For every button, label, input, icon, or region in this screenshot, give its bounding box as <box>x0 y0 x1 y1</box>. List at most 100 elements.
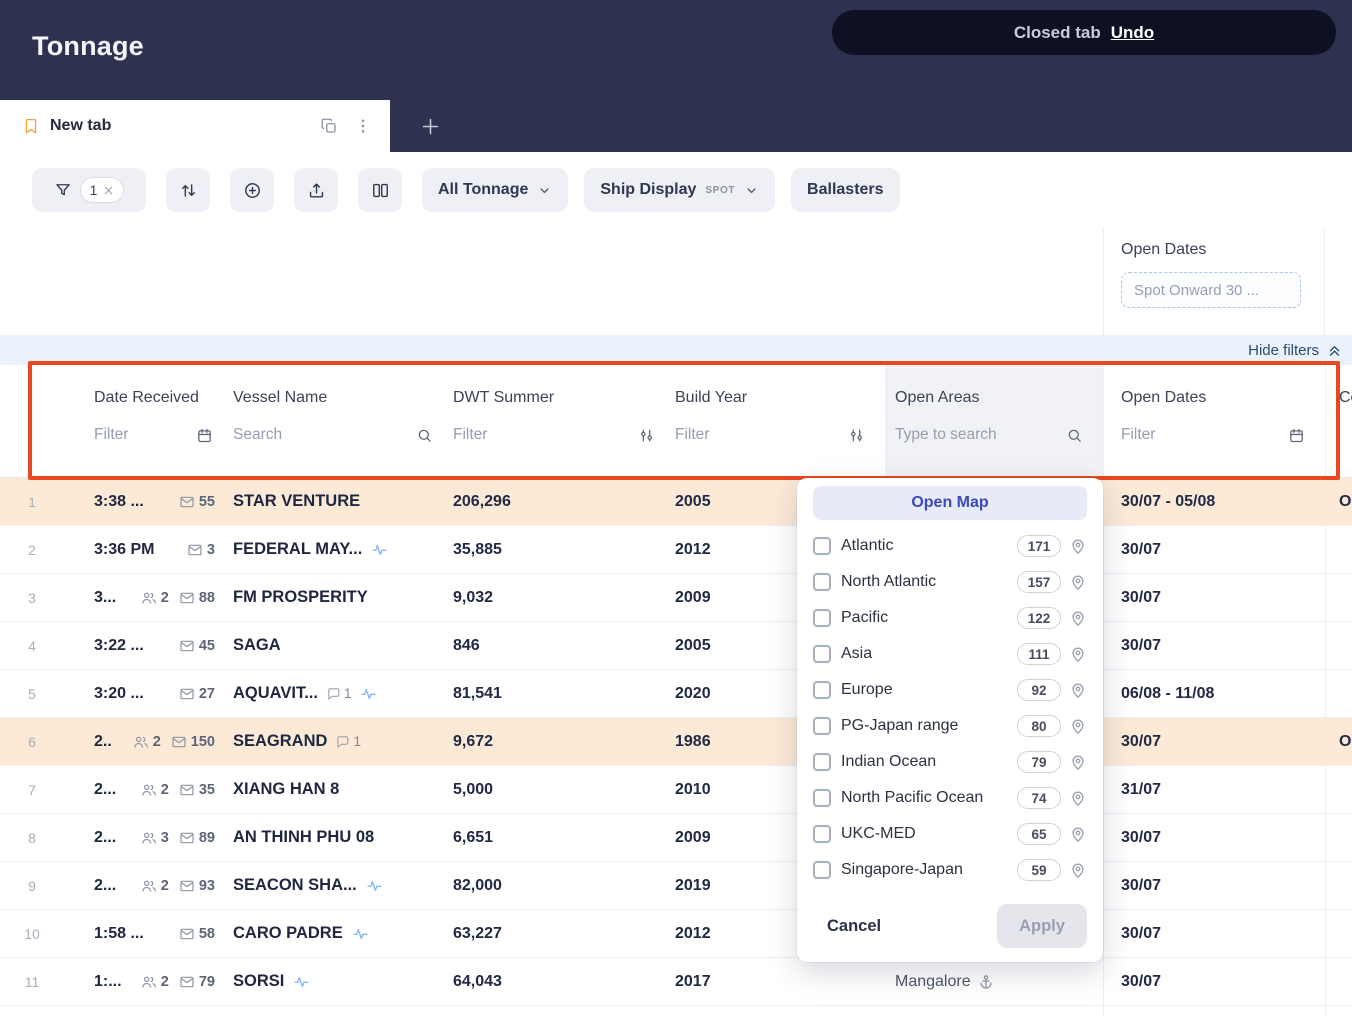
filter-button[interactable]: 1 <box>32 168 146 212</box>
area-option[interactable]: UKC-MED 65 <box>813 816 1087 852</box>
location-pin-icon[interactable] <box>1069 861 1087 879</box>
table-row[interactable]: 5 3:20 ... 27 AQUAVIT... 1 81,541 2020 <box>0 670 1352 718</box>
area-checkbox[interactable] <box>813 681 831 699</box>
area-option[interactable]: Asia 111 <box>813 636 1087 672</box>
apply-button[interactable]: Apply <box>997 904 1087 948</box>
table-row[interactable]: 10 1:58 ... 58 CARO PADRE 63,227 2012 30… <box>0 910 1352 958</box>
location-pin-icon[interactable] <box>1069 573 1087 591</box>
sliders-icon[interactable] <box>638 427 655 444</box>
cell-next-column-partial <box>1325 862 1352 909</box>
area-checkbox[interactable] <box>813 789 831 807</box>
location-pin-icon[interactable] <box>1069 789 1087 807</box>
column-filter-input[interactable]: Filter <box>453 426 675 444</box>
table-row[interactable]: 1 3:38 ... 55 STAR VENTURE 206,296 2005 … <box>0 478 1352 526</box>
vessel-name[interactable]: AN THINH PHU 08 <box>233 828 374 847</box>
ship-display-dropdown[interactable]: Ship Display SPOT <box>584 168 775 212</box>
table-row[interactable]: 11 1:... 2 79 SORSI 64,043 2017 Mangalor… <box>0 958 1352 1006</box>
area-checkbox[interactable] <box>813 825 831 843</box>
vessel-name[interactable]: SEACON SHA... <box>233 876 357 895</box>
cell-dwt-summer: 6,651 <box>453 829 675 847</box>
location-pin-icon[interactable] <box>1069 681 1087 699</box>
area-option[interactable]: North Pacific Ocean 74 <box>813 780 1087 816</box>
area-option[interactable]: Pacific 122 <box>813 600 1087 636</box>
undo-link[interactable]: Undo <box>1111 23 1154 43</box>
cell-open-dates: 30/07 <box>1103 718 1325 765</box>
search-icon[interactable] <box>416 427 433 444</box>
cancel-button[interactable]: Cancel <box>813 917 895 936</box>
tab-menu-icon[interactable] <box>354 117 372 135</box>
table-row[interactable]: 4 3:22 ... 45 SAGA 846 2005 30/07 <box>0 622 1352 670</box>
add-button[interactable] <box>230 168 274 212</box>
row-meta: 2 79 <box>141 974 215 990</box>
area-option[interactable]: Europe 92 <box>813 672 1087 708</box>
add-tab-button[interactable] <box>420 116 441 137</box>
area-checkbox[interactable] <box>813 753 831 771</box>
vessel-name[interactable]: FEDERAL MAY... <box>233 540 362 559</box>
area-checkbox[interactable] <box>813 645 831 663</box>
calendar-icon[interactable] <box>1288 427 1305 444</box>
area-checkbox[interactable] <box>813 537 831 555</box>
location-pin-icon[interactable] <box>1069 537 1087 555</box>
vessel-name[interactable]: AQUAVIT... <box>233 684 318 703</box>
tab-new-tab[interactable]: New tab <box>0 100 390 152</box>
area-checkbox[interactable] <box>813 573 831 591</box>
area-checkbox[interactable] <box>813 609 831 627</box>
open-map-button[interactable]: Open Map <box>813 486 1087 520</box>
filter-placeholder: Filter <box>453 426 487 444</box>
sort-button[interactable] <box>166 168 210 212</box>
hide-filters-bar[interactable]: Hide filters <box>0 335 1352 365</box>
cell-dwt-summer: 63,227 <box>453 925 675 943</box>
table-row[interactable]: 6 2.. 2 150 SEAGRAND 1 9,672 1 <box>0 718 1352 766</box>
ballasters-button[interactable]: Ballasters <box>791 168 900 212</box>
area-checkbox[interactable] <box>813 717 831 735</box>
filter-placeholder: Search <box>233 426 282 444</box>
vessel-name[interactable]: XIANG HAN 8 <box>233 780 339 799</box>
calendar-icon[interactable] <box>196 427 213 444</box>
vessel-name[interactable]: STAR VENTURE <box>233 492 360 511</box>
column-filter-input[interactable]: Filter <box>1121 426 1325 444</box>
vessel-name[interactable]: FM PROSPERITY <box>233 588 368 607</box>
cell-vessel-name: AQUAVIT... 1 <box>233 684 453 703</box>
area-option-label: Indian Ocean <box>841 753 1017 771</box>
column-label: Open Areas <box>895 389 1103 407</box>
location-pin-icon[interactable] <box>1069 753 1087 771</box>
sliders-icon[interactable] <box>848 427 865 444</box>
table-column-header: Open Dates Filter <box>1103 365 1325 477</box>
table-row[interactable]: 7 2... 2 35 XIANG HAN 8 5,000 2010 <box>0 766 1352 814</box>
view-selector-dropdown[interactable]: All Tonnage <box>422 168 568 212</box>
vessel-name[interactable]: SAGA <box>233 636 281 655</box>
row-meta: 2 93 <box>141 878 215 894</box>
column-filter-input[interactable]: Filter <box>94 426 233 444</box>
table-row[interactable]: 12 <box>0 1006 1352 1016</box>
clear-filter-icon[interactable] <box>103 185 114 196</box>
vessel-name[interactable]: SEAGRAND <box>233 732 327 751</box>
open-dates-chip[interactable]: Spot Onward 30 ... <box>1121 272 1301 308</box>
table-row[interactable]: 8 2... 3 89 AN THINH PHU 08 6,651 2009 <box>0 814 1352 862</box>
duplicate-tab-icon[interactable] <box>320 117 338 135</box>
column-filter-input[interactable]: Filter <box>675 426 885 444</box>
area-option[interactable]: North Atlantic 157 <box>813 564 1087 600</box>
column-filter-input[interactable]: Type to search <box>895 426 1103 444</box>
area-option[interactable]: Atlantic 171 <box>813 528 1087 564</box>
location-pin-icon[interactable] <box>1069 645 1087 663</box>
table-row[interactable]: 9 2... 2 93 SEACON SHA... 82,000 2019 <box>0 862 1352 910</box>
table-row[interactable]: 2 3:36 PM 3 FEDERAL MAY... 35,885 2012 3… <box>0 526 1352 574</box>
area-option-label: Europe <box>841 681 1017 699</box>
area-count-badge: 59 <box>1017 859 1061 881</box>
area-option[interactable]: Singapore-Japan 59 <box>813 852 1087 888</box>
area-checkbox[interactable] <box>813 861 831 879</box>
location-pin-icon[interactable] <box>1069 609 1087 627</box>
area-option[interactable]: PG-Japan range 80 <box>813 708 1087 744</box>
column-filter-input[interactable]: Search <box>233 426 453 444</box>
location-pin-icon[interactable] <box>1069 825 1087 843</box>
location-pin-icon[interactable] <box>1069 717 1087 735</box>
vessel-name[interactable]: CARO PADRE <box>233 924 343 943</box>
search-icon[interactable] <box>1066 427 1083 444</box>
row-number: 3 <box>0 590 64 606</box>
columns-button[interactable] <box>358 168 402 212</box>
table-row[interactable]: 3 3... 2 88 FM PROSPERITY 9,032 2009 <box>0 574 1352 622</box>
area-option[interactable]: Indian Ocean 79 <box>813 744 1087 780</box>
export-button[interactable] <box>294 168 338 212</box>
vessel-name[interactable]: SORSI <box>233 972 284 991</box>
area-count-badge: 74 <box>1017 787 1061 809</box>
